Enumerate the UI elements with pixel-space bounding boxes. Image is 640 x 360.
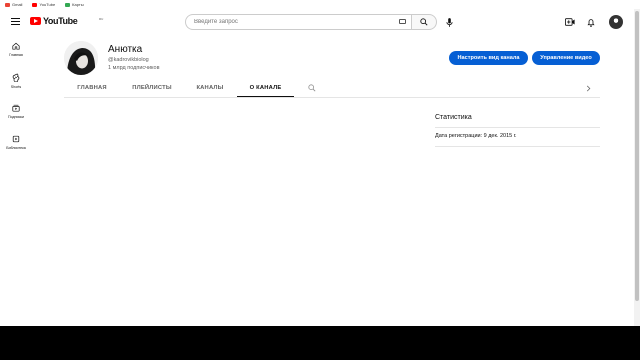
channel-avatar [64, 41, 98, 75]
library-icon [12, 135, 20, 143]
home-icon [12, 42, 20, 50]
avatar-photo [64, 41, 98, 75]
chevron-right-icon [586, 85, 590, 91]
keyboard-icon[interactable] [399, 19, 406, 24]
divider [435, 146, 600, 147]
sidebar-item-home[interactable]: Главная [0, 42, 32, 57]
search-icon [420, 18, 428, 26]
maps-icon [65, 2, 71, 7]
notifications-button[interactable] [584, 15, 598, 29]
sidebar-item-label: Библиотека [6, 146, 26, 150]
bookmarks-bar: Gmail YouTube Карты [0, 0, 640, 9]
menu-icon[interactable] [11, 18, 20, 25]
search-icon [308, 84, 316, 92]
tab-search[interactable] [302, 79, 322, 97]
youtube-play-icon [30, 17, 41, 25]
registration-date: Дата регистрации: 9 дек. 2015 г. [435, 133, 517, 139]
youtube-page: Gmail YouTube Карты YouTube RU Главная [0, 0, 640, 326]
sidebar-item-label: Shorts [10, 85, 22, 89]
sidebar-item-shorts[interactable]: Shorts [0, 73, 32, 89]
search-input[interactable] [194, 19, 389, 25]
tabs-scroll-right[interactable] [580, 79, 596, 97]
bookmark-label: Gmail [12, 2, 23, 7]
shorts-icon [12, 73, 20, 82]
bookmark-label: Карты [72, 2, 84, 7]
youtube-icon [32, 2, 38, 7]
region-code: RU [99, 17, 104, 21]
account-avatar[interactable] [609, 15, 623, 29]
channel-tabs: ГЛАВНАЯ ПЛЕЙЛИСТЫ КАНАЛЫ О КАНАЛЕ [64, 79, 600, 97]
bell-icon [587, 18, 595, 27]
channel-name: Анютка [108, 44, 143, 55]
bookmark-gmail[interactable]: Gmail [5, 2, 22, 7]
manage-videos-button[interactable]: Управление видео [532, 51, 600, 65]
tab-about[interactable]: О КАНАЛЕ [237, 79, 294, 97]
bookmark-youtube[interactable]: YouTube [32, 2, 55, 7]
voice-search-button[interactable] [441, 14, 457, 30]
tab-channels[interactable]: КАНАЛЫ [184, 79, 236, 97]
bookmark-label: YouTube [39, 2, 56, 7]
sidebar-item-subscriptions[interactable]: Подписки [0, 104, 32, 119]
search-box [185, 14, 418, 30]
divider [435, 127, 600, 128]
tab-home[interactable]: ГЛАВНАЯ [64, 79, 120, 97]
search-button[interactable] [411, 14, 437, 30]
microphone-icon [445, 17, 453, 27]
sidebar-item-label: Подписки [8, 115, 24, 119]
youtube-logo[interactable]: YouTube RU [30, 16, 103, 26]
sidebar-item-library[interactable]: Библиотека [0, 135, 32, 150]
bookmark-maps[interactable]: Карты [65, 2, 84, 7]
create-button[interactable] [563, 15, 577, 29]
create-video-icon [565, 18, 575, 26]
stats-title: Статистика [435, 114, 472, 121]
subscriptions-icon [12, 104, 20, 112]
channel-handle: @kadrovikbiolog [108, 57, 149, 63]
scrollbar-thumb[interactable] [635, 11, 639, 301]
sidebar-item-label: Главная [9, 53, 23, 57]
tabs-divider [64, 97, 600, 98]
scrollbar[interactable] [634, 9, 640, 326]
gmail-icon [5, 2, 10, 7]
logo-text: YouTube [43, 16, 78, 26]
tab-playlists[interactable]: ПЛЕЙЛИСТЫ [120, 79, 184, 97]
customize-channel-button[interactable]: Настроить вид канала [449, 51, 528, 65]
subscriber-count: 1 млрд подписчиков [108, 65, 160, 71]
